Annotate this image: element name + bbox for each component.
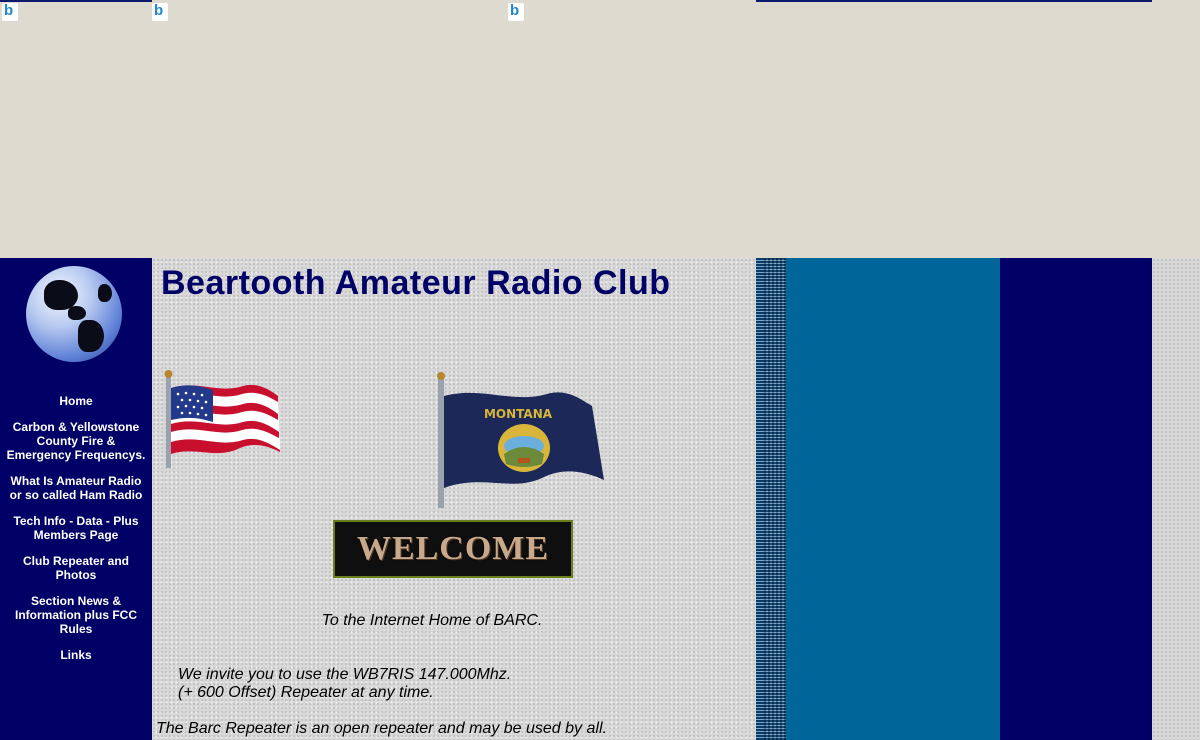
bing-icon[interactable]: b bbox=[152, 2, 168, 21]
welcome-banner: WELCOME bbox=[333, 520, 573, 578]
sidebar-nav: Home Carbon & Yellowstone County Fire & … bbox=[0, 394, 152, 674]
nav-club-repeater[interactable]: Club Repeater and Photos bbox=[6, 554, 146, 582]
nav-what-is-amateur-radio[interactable]: What Is Amateur Radio or so called Ham R… bbox=[6, 474, 146, 502]
nav-section-news[interactable]: Section News & Information plus FCC Rule… bbox=[6, 594, 146, 636]
repeater-invite: We invite you to use the WB7RIS 147.000M… bbox=[178, 666, 511, 702]
us-flag-icon bbox=[164, 370, 280, 468]
welcome-text: WELCOME bbox=[356, 530, 550, 567]
montana-flag-text: MONTANA bbox=[484, 407, 553, 421]
top-empty-area bbox=[0, 0, 1200, 258]
repeater-invite-line2: (+ 600 Offset) Repeater at any time. bbox=[178, 684, 434, 701]
globe-icon bbox=[26, 266, 122, 362]
main-content: Beartooth Amateur Radio Club MONTANA WEL… bbox=[152, 258, 756, 740]
tagline: To the Internet Home of BARC. bbox=[321, 612, 543, 629]
repeater-invite-line1: We invite you to use the WB7RIS 147.000M… bbox=[178, 666, 512, 683]
nav-tech-info[interactable]: Tech Info - Data - Plus Members Page bbox=[6, 514, 146, 542]
navy-column bbox=[1000, 258, 1152, 740]
teal-column bbox=[786, 258, 1000, 740]
nav-links[interactable]: Links bbox=[6, 648, 146, 662]
top-dark-strip-left bbox=[0, 0, 152, 2]
nav-home[interactable]: Home bbox=[6, 394, 146, 408]
sidebar: Home Carbon & Yellowstone County Fire & … bbox=[0, 258, 152, 740]
right-gray-strip bbox=[1152, 258, 1200, 740]
bing-icon[interactable]: b bbox=[2, 2, 18, 21]
bing-icon[interactable]: b bbox=[508, 2, 524, 21]
open-repeater-note: The Barc Repeater is an open repeater an… bbox=[156, 720, 607, 737]
montana-flag-icon: MONTANA bbox=[437, 372, 604, 508]
page-title: Beartooth Amateur Radio Club bbox=[161, 264, 671, 302]
top-dark-strip bbox=[756, 0, 1152, 2]
nav-fire-emergency-frequencies[interactable]: Carbon & Yellowstone County Fire & Emerg… bbox=[6, 420, 146, 462]
decorative-stripes-overlay bbox=[764, 258, 786, 740]
